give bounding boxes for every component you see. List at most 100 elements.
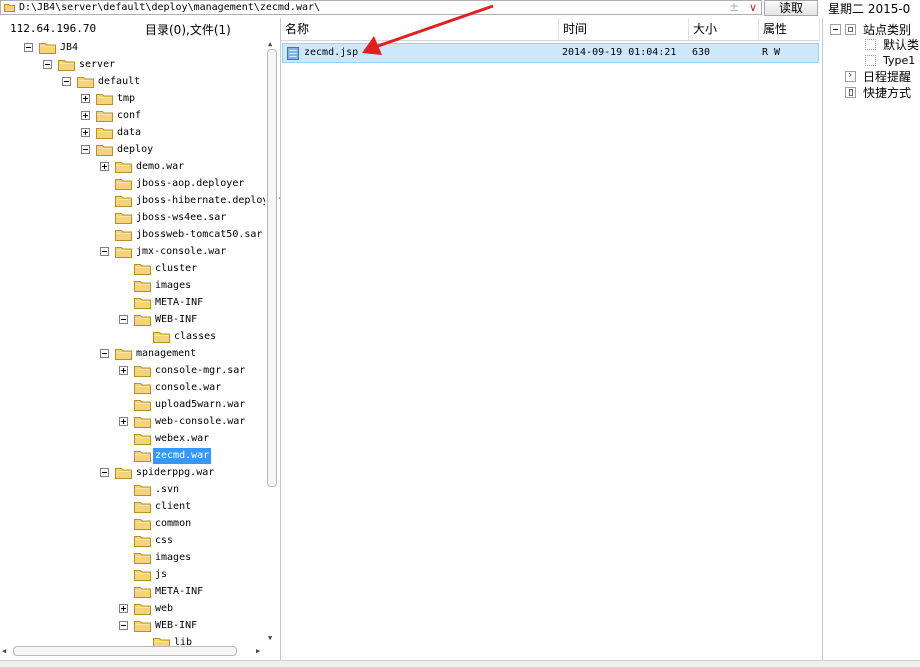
tree-node-label[interactable]: conf (115, 108, 143, 124)
collapse-icon[interactable] (43, 60, 52, 69)
collapse-icon[interactable] (81, 145, 90, 154)
default-category-icon (865, 39, 876, 50)
folder-icon (134, 551, 151, 564)
tree-node-label[interactable]: webex.war (153, 431, 211, 447)
expand-icon[interactable] (81, 94, 90, 103)
tree-node-label[interactable]: WEB-INF (153, 312, 199, 328)
file-name[interactable]: zecmd.jsp (304, 46, 358, 60)
path-input[interactable]: D:\JB4\server\default\deploy\management\… (19, 2, 320, 13)
tree-node-label[interactable]: cluster (153, 261, 199, 277)
tree-node-label[interactable]: demo.war (134, 159, 186, 175)
collapse-icon[interactable] (119, 315, 128, 324)
date-info: 星期二 2015-0 (828, 2, 911, 16)
tree-node-label[interactable]: jboss-aop.deployer (134, 176, 246, 192)
scroll-thumb[interactable] (267, 49, 277, 487)
category-icon (845, 24, 856, 35)
tree-node-label[interactable]: console.war (153, 380, 223, 396)
scroll-thumb[interactable] (13, 646, 237, 656)
collapse-icon[interactable] (100, 468, 109, 477)
tree-node-label[interactable]: spiderppg.war (134, 465, 216, 481)
folder-icon (96, 109, 113, 122)
column-size[interactable]: 大小 (689, 18, 759, 40)
folder-icon (115, 347, 132, 360)
plus-minus-icon[interactable]: ± (729, 0, 739, 14)
expand-icon[interactable] (119, 366, 128, 375)
file-size: 630 (692, 47, 711, 58)
scroll-down-icon[interactable]: ▼ (268, 634, 272, 642)
shortcuts[interactable]: 快捷方式 (863, 84, 911, 101)
folder-icon (153, 330, 170, 343)
tree-vertical-scrollbar[interactable]: ▲ ▼ (265, 40, 279, 644)
type1-item[interactable]: Type1 (883, 54, 915, 67)
collapse-icon[interactable] (24, 43, 33, 52)
tree-node-label[interactable]: common (153, 516, 193, 532)
tree-node-label[interactable]: web (153, 601, 175, 617)
tree-node-label[interactable]: META-INF (153, 295, 205, 311)
schedule-icon (845, 68, 856, 82)
folder-icon (115, 245, 132, 258)
tree-node-label[interactable]: default (96, 74, 142, 90)
folder-icon (39, 41, 56, 54)
folder-icon (115, 228, 132, 241)
tree-node-label[interactable]: JB4 (58, 40, 80, 56)
read-button[interactable]: 读取 (764, 0, 818, 16)
folder-icon (134, 415, 151, 428)
type1-icon (865, 55, 876, 66)
right-panel: 站点类别 默认类 Type1 日程提醒 快捷方式 (822, 18, 920, 660)
tree-node-label[interactable]: jbossweb-tomcat50.sar (134, 227, 264, 243)
tree-node-label[interactable]: data (115, 125, 143, 141)
tree-node-label[interactable]: console-mgr.sar (153, 363, 247, 379)
folder-icon (134, 568, 151, 581)
column-attr[interactable]: 属性 (759, 18, 820, 40)
expand-icon[interactable] (119, 604, 128, 613)
tree-node-label[interactable]: zecmd.war (153, 448, 212, 464)
tree-node-label[interactable]: upload5warn.war (153, 397, 247, 413)
folder-icon (115, 177, 132, 190)
file-icon (287, 47, 299, 60)
collapse-icon[interactable] (100, 349, 109, 358)
scroll-left-icon[interactable]: ◀ (2, 647, 6, 655)
annotation-arrow (362, 4, 494, 55)
folder-icon (115, 194, 132, 207)
tree-node-label[interactable]: META-INF (153, 584, 205, 600)
folder-icon (115, 160, 132, 173)
expand-icon[interactable] (81, 111, 90, 120)
default-category[interactable]: 默认类 (883, 36, 919, 53)
pane-divider[interactable] (280, 18, 281, 660)
collapse-icon[interactable] (119, 621, 128, 630)
folder-icon (4, 4, 15, 12)
tree-node-label[interactable]: server (77, 57, 117, 73)
tree-node-label[interactable]: jmx-console.war (134, 244, 228, 260)
tree-node-label[interactable]: images (153, 278, 193, 294)
expand-icon[interactable] (81, 128, 90, 137)
scroll-right-icon[interactable]: ▶ (256, 647, 260, 655)
tree-node-label[interactable]: images (153, 550, 193, 566)
expand-icon[interactable] (119, 417, 128, 426)
scroll-up-icon[interactable]: ▲ (268, 40, 272, 48)
tree-node-label[interactable]: css (153, 533, 175, 549)
tree-node-label[interactable]: web-console.war (153, 414, 247, 430)
tree-node-label[interactable]: jboss-ws4ee.sar (134, 210, 228, 226)
tree-node-label[interactable]: .svn (153, 482, 181, 498)
tree-node-label[interactable]: WEB-INF (153, 618, 199, 634)
collapse-icon[interactable] (62, 77, 71, 86)
collapse-icon[interactable] (830, 24, 841, 35)
tree-node-label[interactable]: jboss-hibernate.deployer (134, 193, 283, 209)
tree-horizontal-scrollbar[interactable]: ◀ ▶ (0, 644, 266, 658)
collapse-icon[interactable] (100, 247, 109, 256)
tree-node-label[interactable]: classes (172, 329, 218, 345)
tree-node-label[interactable]: client (153, 499, 193, 515)
folder-icon (134, 619, 151, 632)
folder-icon (115, 466, 132, 479)
tree-node-label[interactable]: management (134, 346, 198, 362)
tree-node-label[interactable]: tmp (115, 91, 137, 107)
folder-icon (134, 517, 151, 530)
folder-icon (134, 534, 151, 547)
tree-node-label[interactable]: deploy (115, 142, 155, 158)
column-time[interactable]: 时间 (559, 18, 689, 40)
expand-icon[interactable] (100, 162, 109, 171)
tree-node-label[interactable]: js (153, 567, 169, 583)
schedule-reminder[interactable]: 日程提醒 (863, 68, 911, 85)
chevron-down-icon[interactable]: ∨ (749, 1, 757, 14)
folder-icon (134, 262, 151, 275)
